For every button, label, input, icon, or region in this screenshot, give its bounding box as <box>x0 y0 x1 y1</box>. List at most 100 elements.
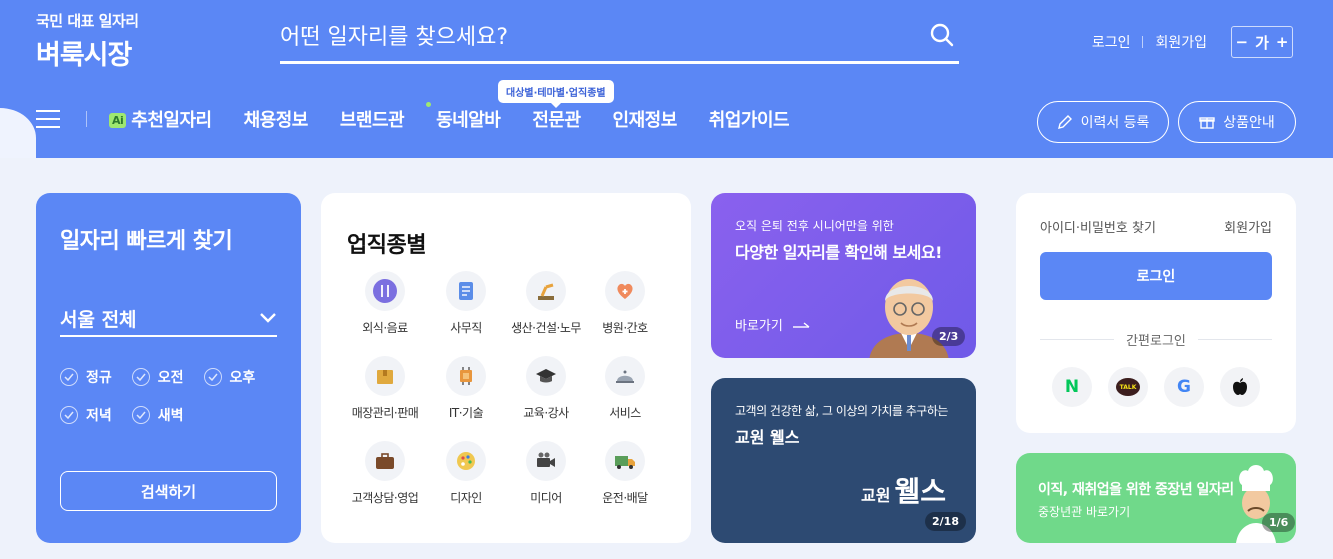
option-evening[interactable]: 저녁 <box>60 405 112 425</box>
login-links: 아이디·비밀번호 찾기 회원가입 <box>1040 217 1272 236</box>
apple-login-button[interactable] <box>1220 367 1260 407</box>
delivery-truck-icon <box>605 441 645 481</box>
category-production[interactable]: 생산·건설·노무 <box>501 271 591 336</box>
region-value: 서울 전체 <box>60 308 137 331</box>
hamburger-menu-icon[interactable] <box>36 110 60 128</box>
category-driving[interactable]: 운전·배달 <box>580 441 670 506</box>
brand-logo: 교원 웰스 <box>861 470 946 510</box>
easy-login-divider: 간편로그인 <box>1040 330 1272 349</box>
resume-register-button[interactable]: 이력서 등록 <box>1037 101 1169 143</box>
divider <box>1040 339 1115 340</box>
banner-subtitle: 고객의 건강한 삶, 그 이상의 가치를 추구하는 <box>735 404 948 418</box>
category-label: 디자인 <box>450 491 482 505</box>
option-afternoon[interactable]: 오후 <box>203 367 255 387</box>
nav-jobs[interactable]: 채용정보 <box>244 106 309 132</box>
office-document-icon <box>446 271 486 311</box>
signup-link[interactable]: 회원가입 <box>1224 217 1272 236</box>
shopping-box-icon <box>365 356 405 396</box>
nav-brands[interactable]: 브랜드관 <box>340 106 405 132</box>
category-education[interactable]: 교육·강사 <box>501 356 591 421</box>
search-input[interactable] <box>280 18 900 56</box>
banner-title: 다양한 일자리를 확인해 보세요! <box>735 243 942 262</box>
category-label: 매장관리·판매 <box>351 406 419 420</box>
category-office[interactable]: 사무직 <box>421 271 511 336</box>
category-service[interactable]: 서비스 <box>580 356 670 421</box>
resume-register-label: 이력서 등록 <box>1080 115 1150 131</box>
nav-guide[interactable]: 취업가이드 <box>709 106 790 132</box>
banner-subtitle: 중장년관 바로가기 <box>1038 505 1131 519</box>
region-select[interactable]: 서울 전체 <box>60 301 277 337</box>
medical-heart-icon <box>605 271 645 311</box>
search-bar <box>280 18 959 64</box>
banner-link-label: 바로가기 <box>735 319 783 334</box>
category-label: 미디어 <box>530 491 562 505</box>
search-button[interactable] <box>929 22 959 52</box>
palette-icon <box>446 441 486 481</box>
category-label: 생산·건설·노무 <box>511 321 581 335</box>
divider <box>1197 339 1272 340</box>
quick-search-title: 일자리 빠르게 찾기 <box>60 229 233 254</box>
briefcase-icon <box>365 441 405 481</box>
nav-local[interactable]: 동네알바 <box>426 102 501 132</box>
kyowon-wells-banner[interactable]: 고객의 건강한 삶, 그 이상의 가치를 추구하는 교원 웰스 교원 웰스 2/… <box>711 378 976 543</box>
nav-local-label: 동네알바 <box>436 110 501 131</box>
new-dot <box>426 102 432 107</box>
check-icon <box>203 368 222 386</box>
nav-talent[interactable]: 인재정보 <box>613 106 678 132</box>
product-info-button[interactable]: 상품안내 <box>1178 101 1296 143</box>
easy-login-label: 간편로그인 <box>1126 334 1186 349</box>
category-design[interactable]: 디자인 <box>421 441 511 506</box>
category-title: 업직종별 <box>347 233 426 258</box>
font-increase-button[interactable]: + <box>1276 33 1289 51</box>
category-it[interactable]: IT·기술 <box>421 356 511 421</box>
category-sales[interactable]: 고객상담·영업 <box>340 441 430 506</box>
site-logo[interactable]: 국민 대표 일자리 벼룩시장 <box>36 10 139 72</box>
social-login: N TALK G <box>1040 367 1272 407</box>
nav-specialty[interactable]: 전문관 <box>532 106 581 132</box>
naver-login-button[interactable]: N <box>1052 367 1092 407</box>
login-link[interactable]: 로그인 <box>1092 32 1131 52</box>
option-regular[interactable]: 정규 <box>60 367 112 387</box>
find-account-link[interactable]: 아이디·비밀번호 찾기 <box>1040 217 1156 236</box>
brand-logo-small: 교원 <box>861 486 891 505</box>
brand-logo-big: 웰스 <box>894 475 946 508</box>
search-icon <box>930 23 954 47</box>
senior-jobs-banner[interactable]: 오직 은퇴 전후 시니어만을 위한 다양한 일자리를 확인해 보세요! 바로가기… <box>711 193 976 358</box>
option-label: 정규 <box>86 370 112 386</box>
login-card: 아이디·비밀번호 찾기 회원가입 로그인 간편로그인 N TALK G <box>1016 193 1296 433</box>
google-icon: G <box>1177 377 1191 397</box>
pencil-icon <box>1057 115 1072 129</box>
category-store[interactable]: 매장관리·판매 <box>340 356 430 421</box>
banner-pager: 2/3 <box>932 327 966 346</box>
login-button[interactable]: 로그인 <box>1040 252 1272 300</box>
font-decrease-button[interactable]: − <box>1236 33 1249 51</box>
mid-age-jobs-banner[interactable]: 이직, 재취업을 위한 중장년 일자리 중장년관 바로가기 1/6 <box>1016 453 1296 543</box>
category-media[interactable]: 미디어 <box>501 441 591 506</box>
quick-search-button[interactable]: 검색하기 <box>60 471 277 511</box>
gift-icon <box>1199 117 1215 129</box>
service-bell-icon <box>605 356 645 396</box>
divider <box>86 111 87 127</box>
logo-subtitle: 국민 대표 일자리 <box>36 12 139 30</box>
category-hospital[interactable]: 병원·간호 <box>580 271 670 336</box>
product-info-label: 상품안내 <box>1223 115 1275 131</box>
option-morning[interactable]: 오전 <box>131 367 184 387</box>
google-login-button[interactable]: G <box>1164 367 1204 407</box>
option-label: 오전 <box>157 370 184 386</box>
site-header: 국민 대표 일자리 벼룩시장 로그인 회원가입 − 가 + Ai 추천일자리 채용… <box>0 0 1333 158</box>
check-icon <box>60 368 78 386</box>
banner-title: 이직, 재취업을 위한 중장년 일자리 <box>1038 482 1234 498</box>
signup-link[interactable]: 회원가입 <box>1155 32 1207 52</box>
nav-recommended[interactable]: Ai 추천일자리 <box>109 106 212 132</box>
utility-links: 로그인 회원가입 − 가 + <box>1092 26 1293 58</box>
check-icon <box>60 406 78 424</box>
divider <box>1142 36 1144 48</box>
kakao-login-button[interactable]: TALK <box>1108 367 1148 407</box>
kakao-icon: TALK <box>1116 378 1140 396</box>
category-label: IT·기술 <box>448 406 484 420</box>
option-dawn[interactable]: 새벽 <box>131 405 184 425</box>
option-label: 새벽 <box>157 408 184 424</box>
banner-link[interactable]: 바로가기 <box>735 315 811 334</box>
banner-title: 교원 웰스 <box>735 428 800 447</box>
category-restaurant[interactable]: 외식·음료 <box>340 271 430 336</box>
